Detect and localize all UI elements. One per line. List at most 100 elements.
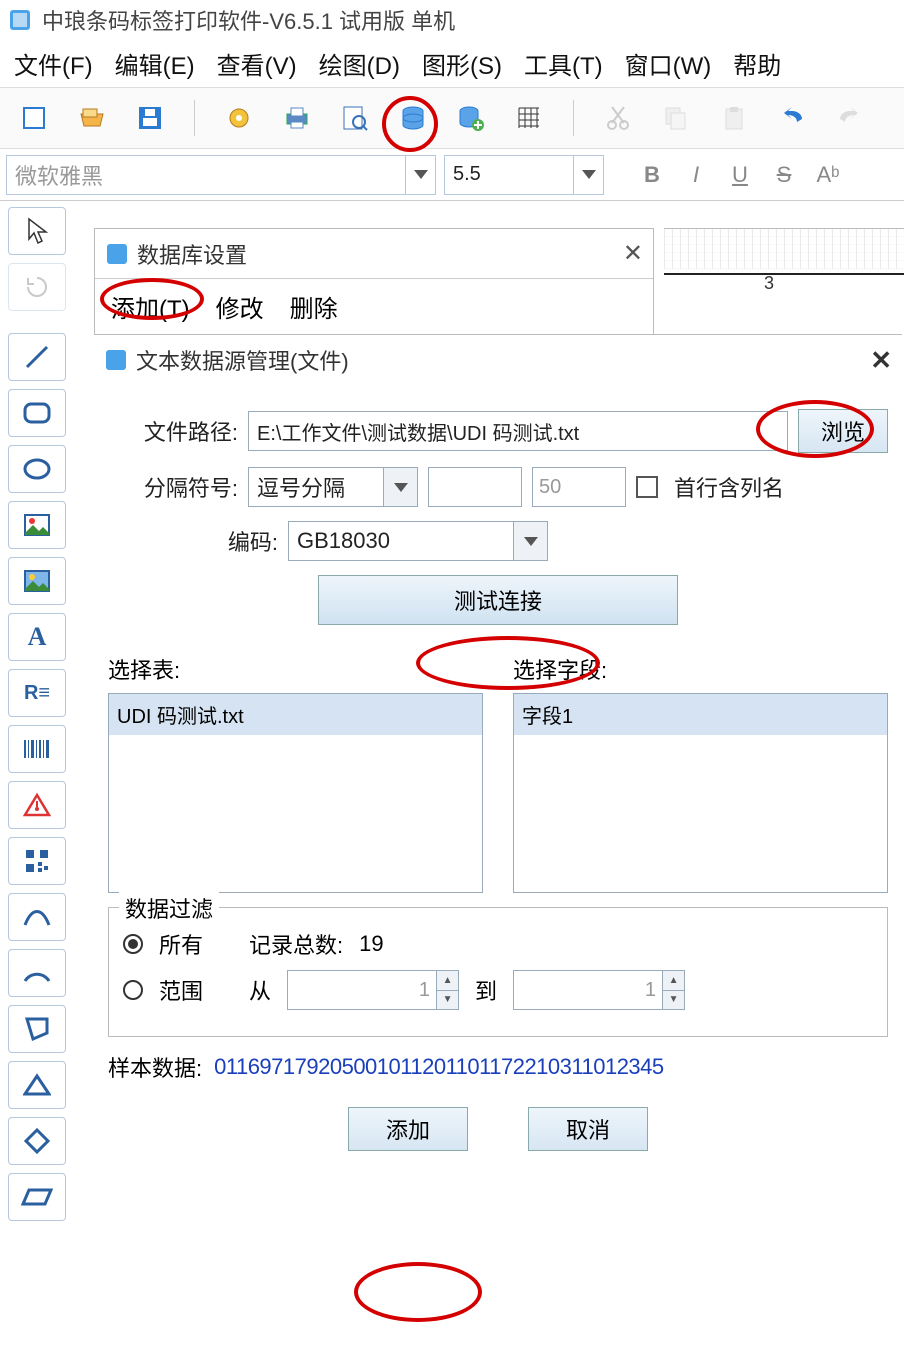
menu-shape[interactable]: 图形(S) (422, 46, 502, 81)
text-datasource-dialog: 文本数据源管理(文件) ✕ 文件路径: E:\工作文件\测试数据\UDI 码测试… (94, 334, 902, 1350)
dropdown-icon[interactable] (405, 156, 435, 194)
picture-tool-icon[interactable] (8, 557, 66, 605)
text-tool-icon[interactable]: A (8, 613, 66, 661)
database-settings-dialog: 数据库设置 ✕ 添加(T) 修改 删除 (94, 228, 654, 335)
separator-width-input[interactable] (532, 467, 626, 507)
range-from-spinner[interactable]: ▲▼ (287, 970, 459, 1010)
curve-tool-icon[interactable] (8, 893, 66, 941)
tool-palette: A R≡ (0, 201, 74, 1221)
list-item[interactable]: UDI 码测试.txt (109, 694, 482, 735)
spin-down-icon[interactable]: ▼ (663, 991, 684, 1010)
db-modify-menu[interactable]: 修改 (216, 289, 264, 324)
separator-value: 逗号分隔 (257, 471, 345, 503)
toolbar (0, 87, 904, 149)
pointer-tool-icon[interactable] (8, 207, 66, 255)
separator (573, 100, 574, 136)
spin-up-icon[interactable]: ▲ (437, 971, 458, 991)
print-preview-icon[interactable] (339, 102, 371, 134)
add-button[interactable]: 添加 (348, 1107, 468, 1151)
qrcode-tool-icon[interactable] (8, 837, 66, 885)
table-list[interactable]: UDI 码测试.txt (108, 693, 483, 893)
database-add-icon[interactable] (455, 102, 487, 134)
test-connection-button[interactable]: 测试连接 (318, 575, 678, 625)
app-icon (105, 242, 129, 266)
parallelogram-tool-icon[interactable] (8, 1173, 66, 1221)
database-icon[interactable] (397, 102, 429, 134)
line-tool-icon[interactable] (8, 333, 66, 381)
app-title: 中琅条码标签打印软件-V6.5.1 试用版 单机 (42, 4, 455, 36)
triangle-tool-icon[interactable] (8, 1061, 66, 1109)
db-delete-menu[interactable]: 删除 (290, 289, 338, 324)
filter-range-label: 范围 (159, 974, 203, 1006)
rotate-tool-icon[interactable] (8, 263, 66, 311)
close-icon[interactable]: ✕ (623, 239, 643, 268)
redo-icon[interactable] (834, 102, 866, 134)
print-icon[interactable] (281, 102, 313, 134)
first-row-header-checkbox[interactable] (636, 476, 658, 498)
range-to-spinner[interactable]: ▲▼ (513, 970, 685, 1010)
grid-icon[interactable] (513, 102, 545, 134)
font-family-combo[interactable]: 微软雅黑 (6, 155, 436, 195)
menu-edit[interactable]: 编辑(E) (115, 46, 195, 81)
filter-range-radio[interactable] (123, 980, 143, 1000)
open-icon[interactable] (76, 102, 108, 134)
dropdown-icon[interactable] (513, 522, 547, 560)
spin-up-icon[interactable]: ▲ (663, 971, 684, 991)
cut-icon[interactable] (602, 102, 634, 134)
font-size-value: 5.5 (453, 163, 481, 186)
file-path-label: 文件路径: (108, 415, 238, 447)
db-add-menu[interactable]: 添加(T) (111, 289, 190, 324)
settings-icon[interactable] (223, 102, 255, 134)
font-family-value: 微软雅黑 (15, 159, 103, 191)
paste-icon[interactable] (718, 102, 750, 134)
superscript-button[interactable]: Aᵇ (808, 162, 848, 188)
barcode-tool-icon[interactable] (8, 725, 66, 773)
list-item[interactable]: 字段1 (514, 694, 887, 735)
canvas-area: 3 (664, 228, 904, 318)
encoding-combo[interactable]: GB18030 (288, 521, 548, 561)
menu-view[interactable]: 查看(V) (217, 46, 297, 81)
new-doc-icon[interactable] (18, 102, 50, 134)
menu-file[interactable]: 文件(F) (14, 46, 93, 81)
arc-tool-icon[interactable] (8, 949, 66, 997)
font-size-combo[interactable]: 5.5 (444, 155, 604, 195)
ellipse-tool-icon[interactable] (8, 445, 66, 493)
menu-help[interactable]: 帮助 (733, 46, 781, 81)
range-from-input[interactable] (287, 970, 437, 1010)
bold-button[interactable]: B (632, 162, 672, 188)
undo-icon[interactable] (776, 102, 808, 134)
menu-window[interactable]: 窗口(W) (625, 46, 712, 81)
filter-all-radio[interactable] (123, 934, 143, 954)
ruler-tick: 3 (764, 273, 774, 294)
close-icon[interactable]: ✕ (870, 345, 892, 376)
file-path-input[interactable]: E:\工作文件\测试数据\UDI 码测试.txt (248, 411, 788, 451)
dialog-title: 数据库设置 (137, 238, 247, 270)
copy-icon[interactable] (660, 102, 692, 134)
menu-draw[interactable]: 绘图(D) (319, 46, 400, 81)
data-filter-group: 数据过滤 所有 记录总数: 19 范围 从 ▲▼ 到 ▲▼ (108, 907, 888, 1037)
dialog-title: 文本数据源管理(文件) (136, 344, 349, 376)
dropdown-icon[interactable] (573, 156, 603, 194)
range-to-input[interactable] (513, 970, 663, 1010)
separator-combo[interactable]: 逗号分隔 (248, 467, 418, 507)
select-table-label: 选择表: (108, 653, 483, 685)
browse-button[interactable]: 浏览 (798, 409, 888, 453)
separator-custom-input[interactable] (428, 467, 522, 507)
italic-button[interactable]: I (676, 162, 716, 188)
menu-tool[interactable]: 工具(T) (524, 46, 603, 81)
app-icon (104, 348, 128, 372)
underline-button[interactable]: U (720, 162, 760, 188)
rounded-rect-tool-icon[interactable] (8, 389, 66, 437)
triangle-warn-tool-icon[interactable] (8, 781, 66, 829)
field-list[interactable]: 字段1 (513, 693, 888, 893)
richtext-tool-icon[interactable]: R≡ (8, 669, 66, 717)
cancel-button[interactable]: 取消 (528, 1107, 648, 1151)
font-row: 微软雅黑 5.5 B I U S Aᵇ (0, 149, 904, 201)
diamond-tool-icon[interactable] (8, 1117, 66, 1165)
polygon-tool-icon[interactable] (8, 1005, 66, 1053)
image-tool-icon[interactable] (8, 501, 66, 549)
dropdown-icon[interactable] (383, 468, 417, 506)
strike-button[interactable]: S (764, 162, 804, 188)
spin-down-icon[interactable]: ▼ (437, 991, 458, 1010)
save-icon[interactable] (134, 102, 166, 134)
